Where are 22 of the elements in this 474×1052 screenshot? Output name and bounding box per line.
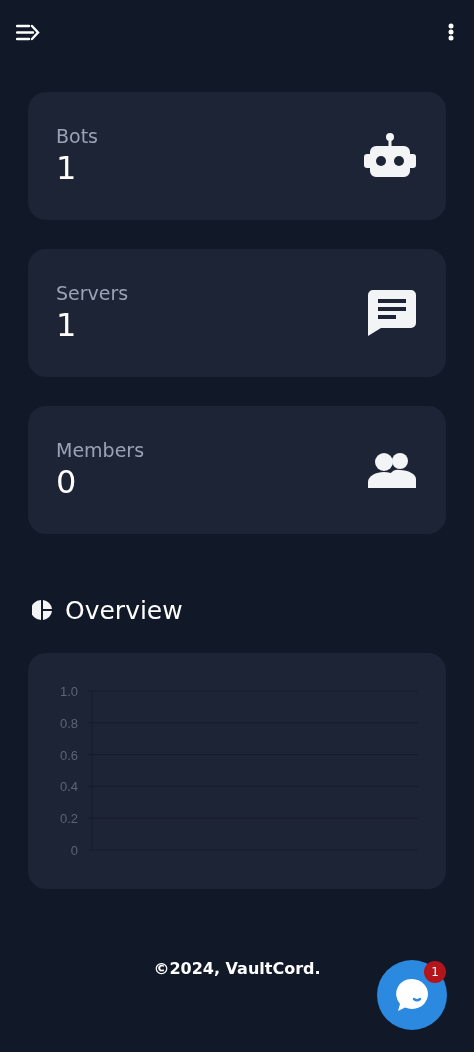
chat-bubble-icon	[394, 977, 430, 1013]
stat-label: Bots	[56, 125, 98, 147]
axis-tick-label: 0.8	[59, 715, 78, 731]
stat-value: 1	[56, 306, 78, 344]
message-icon	[368, 290, 416, 336]
axis-tick-label: 0	[70, 843, 78, 858]
section-title: Overview	[65, 595, 183, 625]
people-icon	[368, 452, 416, 488]
axis-tick-label: 0.4	[59, 779, 78, 795]
menu-arrow-icon[interactable]	[16, 23, 40, 41]
axis-tick-label: 0.2	[59, 811, 78, 827]
robot-icon	[364, 132, 416, 180]
notification-badge: 1	[424, 961, 446, 983]
axis-tick-label: 0.6	[59, 747, 78, 763]
more-options-icon[interactable]	[448, 23, 454, 41]
axis-tick-label: 1.0	[59, 684, 78, 699]
stat-label: Servers	[56, 282, 129, 304]
stat-value: 1	[56, 149, 78, 187]
stat-value: 0	[56, 463, 78, 501]
copyright-text: ©2024, VaultCord.	[153, 959, 321, 978]
pie-chart-icon	[32, 600, 52, 620]
stat-label: Members	[56, 439, 145, 461]
